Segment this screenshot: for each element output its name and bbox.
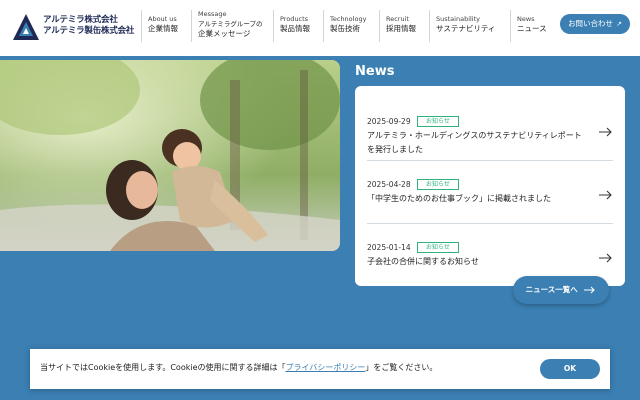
- privacy-policy-link[interactable]: プライバシーポリシー: [286, 363, 366, 372]
- news-heading: News: [355, 64, 395, 79]
- site-header: アルテミラ株式会社 アルテミラ製缶株式会社 About us 企業情報 Mess…: [0, 0, 640, 56]
- nav-item-products[interactable]: Products 製品情報: [273, 10, 310, 42]
- nav-en-label: Recruit: [386, 15, 409, 23]
- nav-jp-label: ニュース: [517, 24, 547, 33]
- news-category-badge: お知らせ: [417, 242, 459, 253]
- nav-en-label: About us: [148, 15, 177, 23]
- arrow-right-icon: [599, 190, 612, 200]
- nav-en-label: Sustainability: [436, 15, 481, 23]
- cookie-banner: 当サイトではCookieを使用します。Cookieの使用に関する詳細は「プライバ…: [30, 349, 610, 389]
- hero-photo-illustration: [0, 60, 340, 251]
- nav-jp-label: サステナビリティ: [436, 24, 496, 33]
- cookie-text-before: 当サイトではCookieを使用します。Cookieの使用に関する詳細は「: [40, 363, 286, 372]
- nav-jp-label: 企業情報: [148, 24, 178, 33]
- news-item[interactable]: 2025-04-28 お知らせ 「中学生のためのお仕事ブック」に掲載されました: [367, 160, 613, 224]
- news-title-text: 「中学生のためのお仕事ブック」に掲載されました: [367, 194, 551, 203]
- arrow-right-icon: [599, 127, 612, 137]
- external-link-icon: ↗: [616, 20, 622, 28]
- nav-jp-label: 製品情報: [280, 24, 310, 33]
- news-all-button[interactable]: ニュース一覧へ: [513, 276, 609, 304]
- nav-en-label: Technology: [330, 15, 367, 23]
- logo-line-1: アルテミラ株式会社: [43, 15, 118, 25]
- cookie-text-after: 」をご覧ください。: [365, 363, 438, 372]
- arrow-right-icon: [584, 286, 596, 294]
- contact-button[interactable]: お問い合わせ ↗: [560, 14, 630, 34]
- nav-item-technology[interactable]: Technology 製缶技術: [323, 10, 366, 42]
- contact-button-label: お問い合わせ: [568, 19, 614, 28]
- news-title-text: アルテミラ・ホールディングスのサステナビリティレポートを発行しました: [367, 131, 582, 154]
- logo-mark-icon: [13, 14, 39, 40]
- nav-item-about[interactable]: About us 企業情報: [141, 10, 178, 42]
- news-all-button-label: ニュース一覧へ: [525, 285, 578, 294]
- nav-item-news[interactable]: News ニュース: [510, 10, 547, 42]
- logo-line-2: アルテミラ製缶株式会社: [43, 26, 135, 36]
- nav-item-sustainability[interactable]: Sustainability サステナビリティ: [429, 10, 495, 42]
- news-title-text: 子会社の合併に関するお知らせ: [367, 257, 479, 266]
- nav-jp-label-2: 企業メッセージ: [198, 29, 251, 38]
- news-date: 2025-04-28: [367, 180, 411, 189]
- news-item[interactable]: 2025-09-29 お知らせ アルテミラ・ホールディングスのサステナビリティレ…: [367, 97, 613, 161]
- hero-image: [0, 60, 340, 251]
- news-category-badge: お知らせ: [417, 116, 459, 127]
- nav-jp-label: アルテミラグループの: [198, 20, 263, 28]
- company-logo[interactable]: アルテミラ株式会社 アルテミラ製缶株式会社: [12, 13, 137, 41]
- news-category-badge: お知らせ: [417, 179, 459, 190]
- nav-jp-label: 採用情報: [386, 24, 416, 33]
- nav-jp-label: 製缶技術: [330, 24, 360, 33]
- cookie-ok-button[interactable]: OK: [540, 359, 600, 379]
- nav-en-label: News: [517, 15, 535, 23]
- arrow-right-icon: [599, 253, 612, 263]
- cookie-message: 当サイトではCookieを使用します。Cookieの使用に関する詳細は「プライバ…: [40, 362, 437, 373]
- news-date: 2025-01-14: [367, 243, 411, 252]
- nav-item-recruit[interactable]: Recruit 採用情報: [379, 10, 416, 42]
- news-list: 2025-09-29 お知らせ アルテミラ・ホールディングスのサステナビリティレ…: [355, 86, 625, 286]
- nav-item-message[interactable]: Message アルテミラグループの 企業メッセージ: [191, 10, 263, 42]
- news-date: 2025-09-29: [367, 117, 411, 126]
- nav-en-label: Message: [198, 10, 227, 18]
- nav-en-label: Products: [280, 15, 309, 23]
